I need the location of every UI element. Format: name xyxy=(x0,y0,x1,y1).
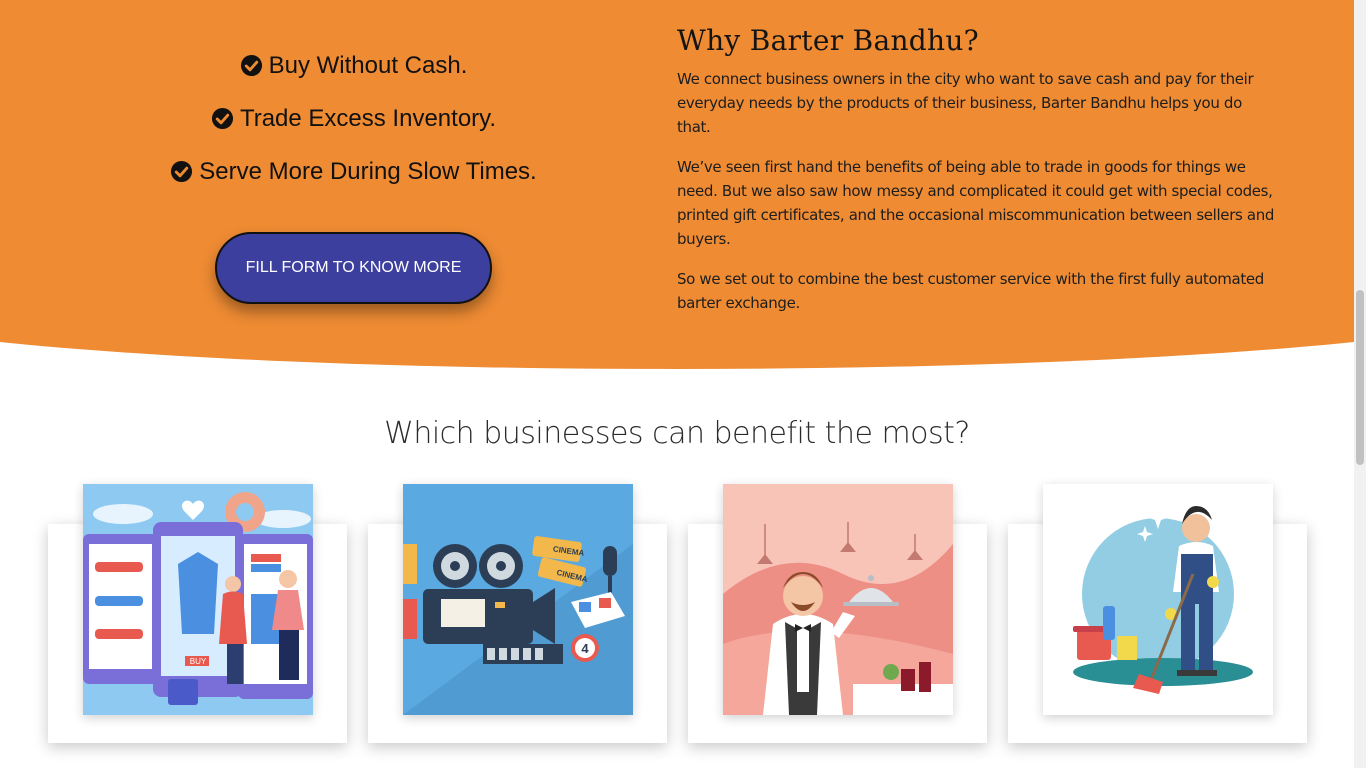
check-circle-icon xyxy=(211,107,233,130)
benefit-text: Serve More During Slow Times. xyxy=(199,157,537,185)
benefit-text: Trade Excess Inventory. xyxy=(239,104,497,132)
benefit-item: Serve More During Slow Times. xyxy=(0,154,707,189)
restaurant-waiter-illustration xyxy=(723,484,953,715)
scrollbar-thumb[interactable] xyxy=(1356,290,1364,465)
businesses-title: Which businesses can benefit the most? xyxy=(384,416,970,451)
benefit-text: Buy Without Cash. xyxy=(268,51,468,79)
cleaning-service-illustration xyxy=(1043,484,1273,715)
check-circle-icon xyxy=(240,54,262,77)
benefit-checklist: Buy Without Cash. Trade Excess Inventory… xyxy=(0,48,707,207)
countdown-number: 4 xyxy=(581,641,589,656)
why-paragraph: We connect business owners in the city w… xyxy=(677,70,1254,136)
check-circle-icon xyxy=(171,160,193,183)
buy-badge: BUY xyxy=(190,657,207,666)
why-section: Why Barter Bandhu? We connect business o… xyxy=(677,24,1277,331)
fill-form-button[interactable]: FILL FORM TO KNOW MORE xyxy=(215,232,492,304)
retail-shopping-illustration: BUY xyxy=(83,484,313,715)
benefit-item: Trade Excess Inventory. xyxy=(0,101,707,136)
hero-section: Buy Without Cash. Trade Excess Inventory… xyxy=(0,0,1354,370)
cinema-entertainment-illustration: CINEMA CINEMA 4 xyxy=(403,484,633,715)
benefit-item: Buy Without Cash. xyxy=(0,48,707,83)
why-title: Why Barter Bandhu? xyxy=(677,24,979,57)
why-paragraph: So we set out to combine the best custom… xyxy=(677,270,1264,312)
page-scrollbar[interactable] xyxy=(1354,0,1366,768)
why-paragraph: We’ve seen first hand the benefits of be… xyxy=(677,158,1275,248)
